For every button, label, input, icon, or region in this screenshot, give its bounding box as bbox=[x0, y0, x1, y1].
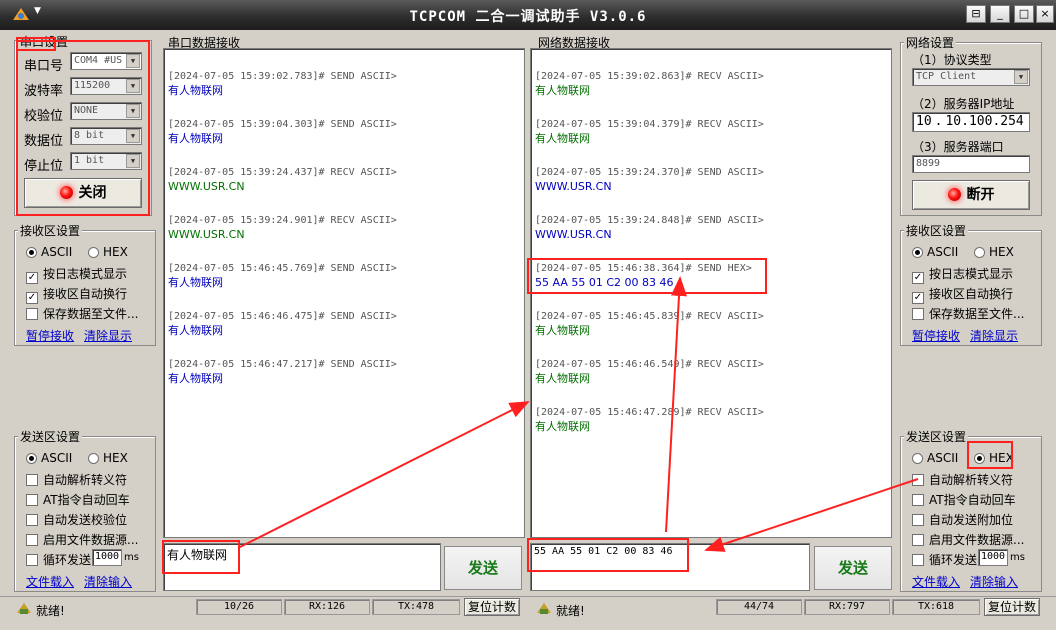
status-tx-right: TX:618 bbox=[892, 599, 980, 615]
arrow-input-to-hex-entry bbox=[665, 276, 687, 533]
status-count-left: 10/26 bbox=[196, 599, 282, 615]
arrow-hex-to-input bbox=[704, 478, 919, 552]
status-rx-left: RX:126 bbox=[284, 599, 370, 615]
arrow-serial-to-net bbox=[237, 401, 530, 549]
status-ready-right: 就绪! bbox=[556, 604, 585, 618]
status-icon bbox=[17, 603, 31, 614]
status-icon bbox=[537, 603, 551, 614]
reset-count-right-button[interactable]: 复位计数 bbox=[984, 598, 1040, 616]
status-count-right: 44/74 bbox=[716, 599, 802, 615]
status-tx-left: TX:478 bbox=[372, 599, 460, 615]
status-rx-right: RX:797 bbox=[804, 599, 890, 615]
reset-count-left-button[interactable]: 复位计数 bbox=[464, 598, 520, 616]
status-ready-left: 就绪! bbox=[36, 604, 65, 618]
annotation-arrows bbox=[237, 276, 919, 552]
